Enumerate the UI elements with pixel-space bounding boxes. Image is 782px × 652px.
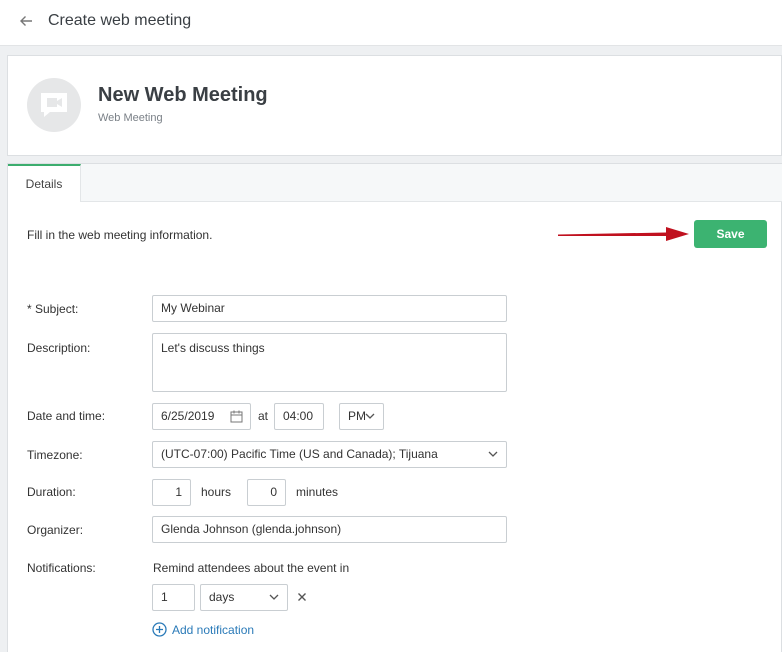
ampm-select[interactable]: PM (339, 403, 384, 430)
chevron-down-icon (365, 413, 375, 419)
description-label: Description: (27, 341, 91, 355)
record-header: New Web Meeting Web Meeting (7, 55, 782, 156)
minutes-unit: minutes (296, 485, 339, 499)
subject-input[interactable]: My Webinar (152, 295, 507, 322)
chevron-down-icon (488, 451, 498, 457)
time-input[interactable]: 04:00 (274, 403, 324, 430)
add-notification-label: Add notification (172, 623, 255, 637)
tab-details[interactable]: Details (8, 164, 81, 202)
ampm-value: PM (348, 409, 366, 423)
form-intro: Fill in the web meeting information. (27, 228, 213, 242)
hours-unit: hours (201, 485, 232, 499)
arrow-left-icon[interactable] (18, 13, 34, 29)
remind-text: Remind attendees about the event in (153, 561, 350, 575)
top-bar: Create web meeting (0, 0, 782, 46)
tab-bar: Details (8, 164, 782, 202)
duration-hours-input[interactable]: 1 (152, 479, 191, 506)
plus-circle-icon (152, 622, 167, 637)
avatar (27, 78, 81, 132)
page-title: Create web meeting (48, 12, 192, 29)
duration-label: Duration: (27, 485, 76, 499)
date-input[interactable]: 6/25/2019 (152, 403, 251, 430)
calendar-icon[interactable] (230, 410, 243, 423)
at-text: at (258, 409, 269, 423)
timezone-value: (UTC-07:00) Pacific Time (US and Canada)… (161, 447, 438, 461)
duration-minutes-input[interactable]: 0 (247, 479, 286, 506)
description-textarea[interactable]: Let's discuss things (152, 333, 507, 392)
details-panel: Details Fill in the web meeting informat… (7, 163, 782, 652)
save-button[interactable]: Save (694, 220, 767, 248)
organizer-label: Organizer: (27, 523, 84, 537)
notification-unit-value: days (209, 590, 235, 604)
datetime-label: Date and time: (27, 409, 106, 423)
close-icon[interactable] (297, 592, 307, 602)
notifications-label: Notifications: (27, 561, 96, 575)
notification-amount-input[interactable]: 1 (152, 584, 195, 611)
record-name: New Web Meeting (98, 84, 268, 106)
video-camera-icon (41, 93, 67, 117)
timezone-label: Timezone: (27, 448, 83, 462)
red-arrow-annotation (558, 227, 689, 241)
timezone-select[interactable]: (UTC-07:00) Pacific Time (US and Canada)… (152, 441, 507, 468)
chevron-down-icon (269, 594, 279, 600)
subject-label: * Subject: (27, 302, 79, 316)
notification-unit-select[interactable]: days (200, 584, 288, 611)
date-value: 6/25/2019 (161, 409, 215, 423)
record-type: Web Meeting (98, 112, 163, 124)
organizer-input[interactable]: Glenda Johnson (glenda.johnson) (152, 516, 507, 543)
